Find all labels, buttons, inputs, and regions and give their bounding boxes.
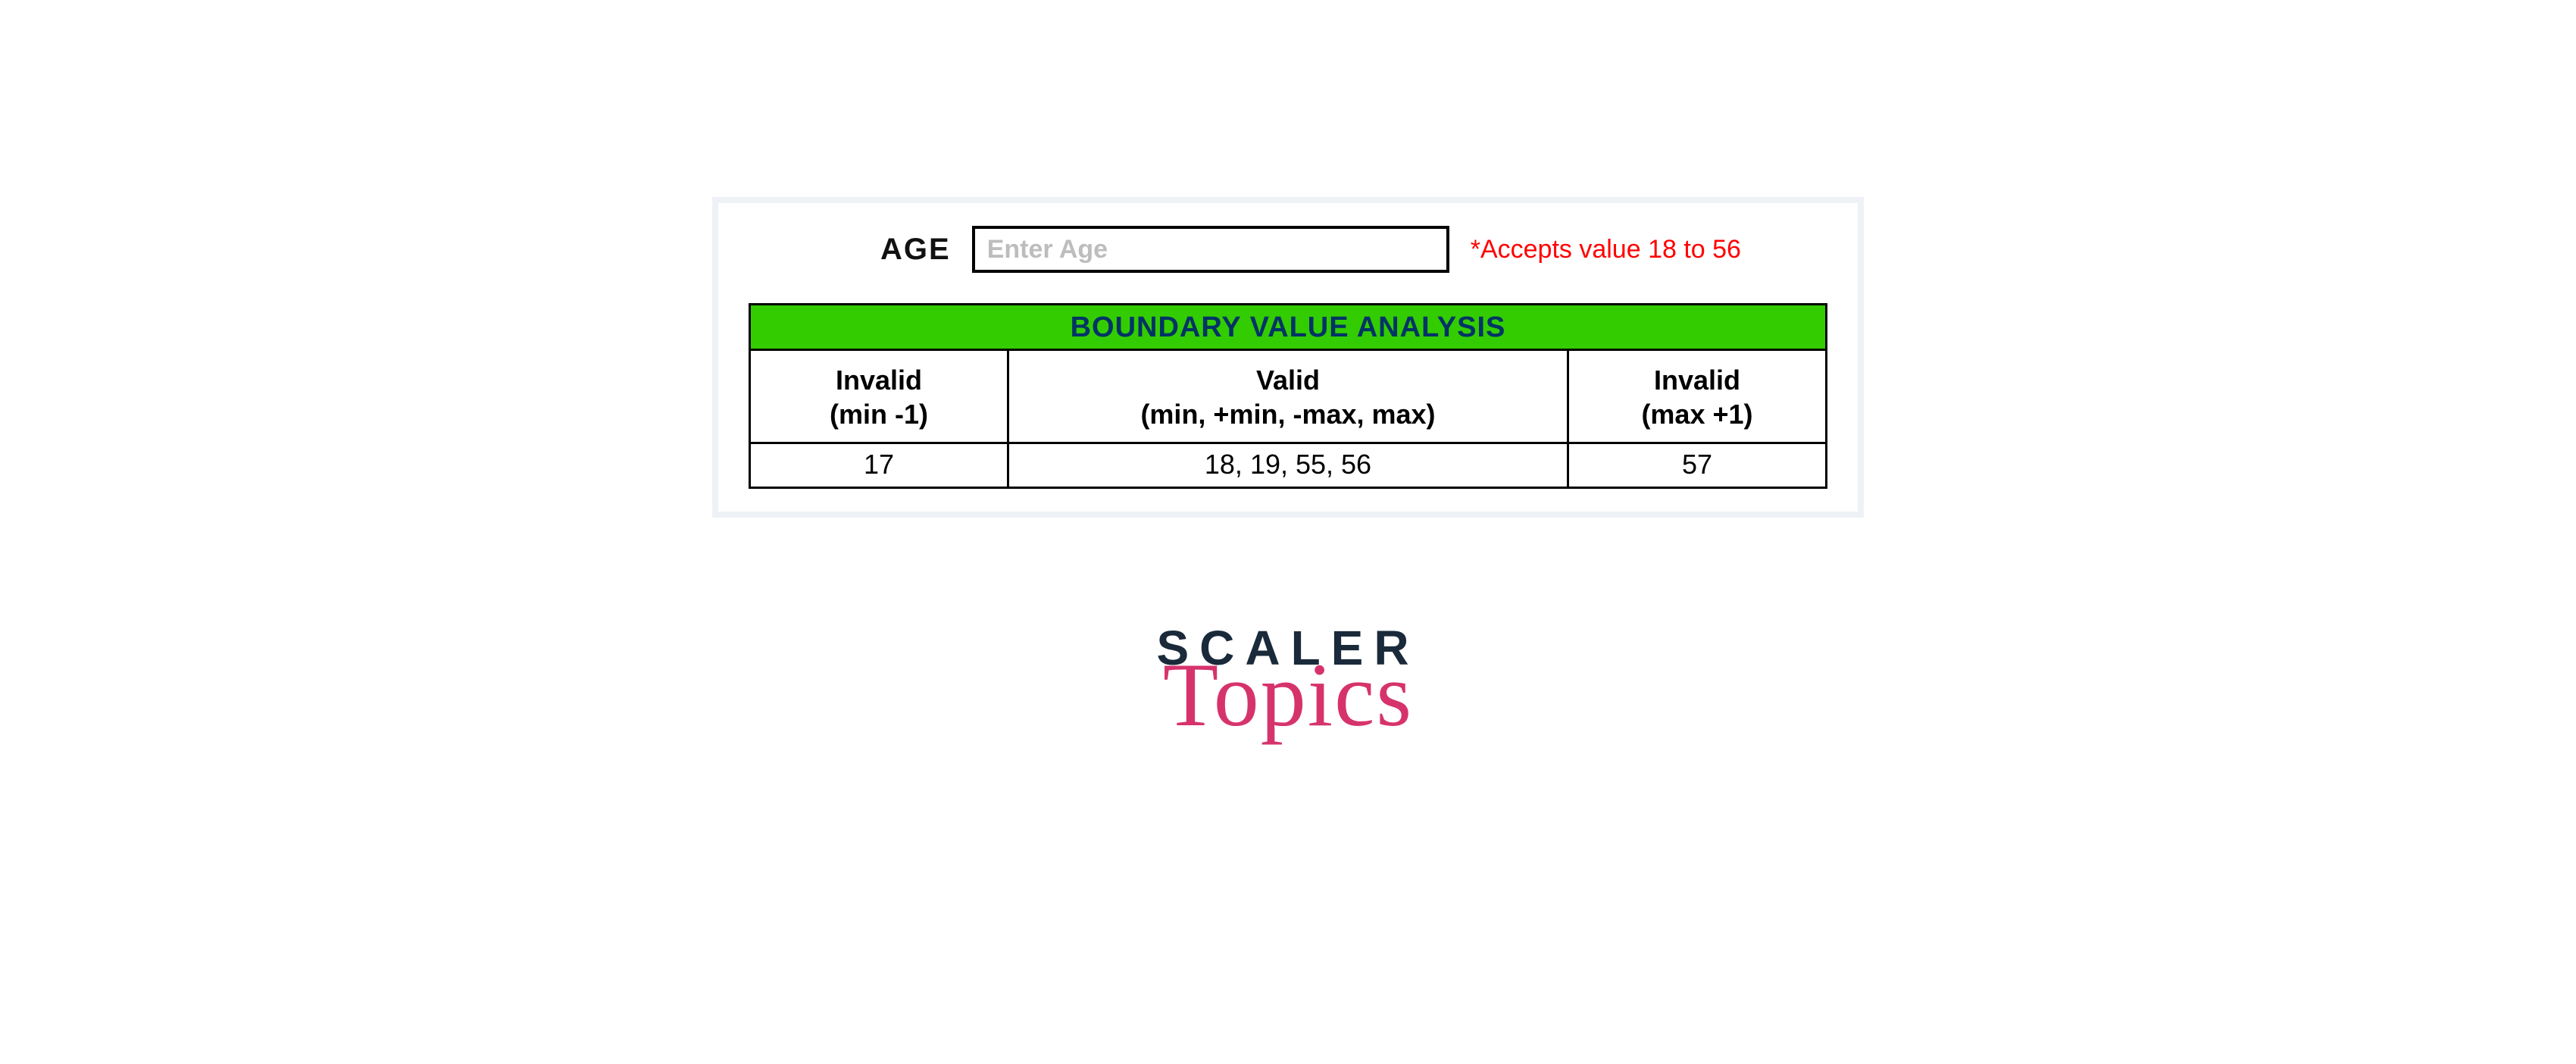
col-header-invalid-low: Invalid (min -1) — [750, 350, 1008, 443]
cell-invalid-high: 57 — [1568, 443, 1826, 488]
table-header-row: Invalid (min -1) Valid (min, +min, -max,… — [750, 350, 1827, 443]
col-header-invalid-high: Invalid (max +1) — [1568, 350, 1826, 443]
col-header-valid: Valid (min, +min, -max, max) — [1008, 350, 1568, 443]
table-row: 17 18, 19, 55, 56 57 — [750, 443, 1827, 488]
col-header-text: Invalid — [766, 363, 992, 397]
col-header-text: Invalid — [1584, 363, 1810, 397]
cell-invalid-low: 17 — [750, 443, 1008, 488]
col-header-sub: (min -1) — [766, 397, 992, 431]
col-header-sub: (min, +min, -max, max) — [1024, 397, 1552, 431]
col-header-sub: (max +1) — [1584, 397, 1810, 431]
age-input[interactable] — [972, 226, 1449, 273]
bva-table: BOUNDARY VALUE ANALYSIS Invalid (min -1)… — [749, 303, 1827, 489]
col-header-text: Valid — [1024, 363, 1552, 397]
cell-valid: 18, 19, 55, 56 — [1008, 443, 1568, 488]
brand-logo: SCALER Topics — [1156, 624, 1419, 740]
brand-line2: Topics — [1156, 649, 1419, 740]
age-label: AGE — [880, 233, 951, 267]
age-hint: *Accepts value 18 to 56 — [1471, 235, 1741, 264]
age-form-row: AGE *Accepts value 18 to 56 — [749, 226, 1827, 273]
bva-title: BOUNDARY VALUE ANALYSIS — [750, 305, 1827, 350]
example-panel: AGE *Accepts value 18 to 56 BOUNDARY VAL… — [712, 197, 1864, 518]
stage: AGE *Accepts value 18 to 56 BOUNDARY VAL… — [0, 0, 2576, 1064]
